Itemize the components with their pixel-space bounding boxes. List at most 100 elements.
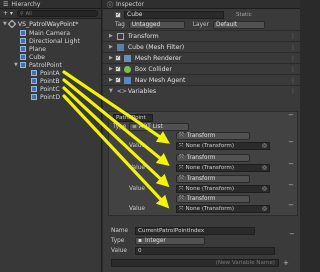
tree-item-cube[interactable]: Cube bbox=[20, 53, 45, 61]
integer-icon: ▪ bbox=[138, 238, 142, 244]
transform-icon: ⤧ bbox=[179, 205, 184, 212]
transform-icon: ⤧ bbox=[179, 164, 184, 171]
kebab-icon[interactable]: ⋮ bbox=[290, 66, 296, 73]
enabled-checkbox[interactable]: ✓ bbox=[114, 55, 121, 61]
element-value-field[interactable]: ⤧ None (Transform) ◎ bbox=[176, 205, 270, 213]
expand-icon[interactable]: ▼ bbox=[14, 62, 18, 68]
new-variable-row: (New Variable Name) + bbox=[111, 259, 289, 267]
gameobject-icon bbox=[31, 94, 37, 100]
list-type-icon: ≡ bbox=[132, 124, 137, 130]
list-type-row: Type ≡ AOT List bbox=[113, 123, 189, 131]
mesh-filter-icon bbox=[116, 43, 124, 51]
expand-icon[interactable]: ▼ bbox=[3, 21, 7, 27]
tree-item-pointd[interactable]: PointD bbox=[31, 93, 60, 101]
tree-item-pointb[interactable]: PointB bbox=[31, 77, 60, 85]
tree-item-pointc[interactable]: PointC bbox=[31, 85, 60, 93]
element-value-field[interactable]: ⤧ None (Transform) ◎ bbox=[176, 185, 270, 193]
gameobject-icon bbox=[19, 62, 26, 68]
element-type-dropdown[interactable]: ⤧ Transform bbox=[176, 195, 250, 203]
tree-item-main-camera[interactable]: Main Camera bbox=[20, 29, 70, 37]
component-mesh-renderer[interactable]: ▶ ✓ Mesh Renderer ⋮ bbox=[103, 52, 300, 63]
target-icon[interactable]: ◎ bbox=[262, 186, 267, 192]
list-icon: ☰ bbox=[3, 0, 9, 8]
remove-element-button[interactable]: − bbox=[288, 138, 294, 146]
element-type-dropdown[interactable]: ⤧ Transform bbox=[176, 132, 250, 140]
variable-type-dropdown[interactable]: ▪ Integer bbox=[135, 237, 205, 245]
element-type-dropdown[interactable]: ⤧ Transform bbox=[176, 154, 250, 162]
gameobject-icon bbox=[20, 54, 26, 60]
remove-variable-button[interactable]: − bbox=[289, 230, 295, 238]
hierarchy-tab[interactable]: ☰ Hierarchy bbox=[0, 0, 101, 9]
expand-icon[interactable]: ▶ bbox=[109, 66, 113, 72]
remove-element-button[interactable]: − bbox=[288, 160, 294, 168]
variable-name-field[interactable]: CurrentPatrolPointIndex bbox=[135, 227, 255, 235]
expand-icon[interactable]: ▼ bbox=[109, 88, 113, 94]
component-mesh-filter[interactable]: ▶ Cube (Mesh Filter) ⋮ bbox=[103, 41, 300, 52]
enabled-checkbox[interactable]: ✓ bbox=[114, 77, 121, 83]
static-label[interactable]: Static bbox=[236, 12, 252, 18]
add-variable-button[interactable]: + bbox=[283, 259, 289, 267]
kebab-icon[interactable]: ⋮ bbox=[290, 77, 296, 84]
tree-item-directional-light[interactable]: Directional Light bbox=[20, 37, 80, 45]
component-box-collider[interactable]: ▶ ✓ Box Collider ⋮ bbox=[103, 63, 300, 74]
variables-box: PatrolPoint Type ≡ AOT List ⤧ Transform Va… bbox=[108, 111, 298, 216]
object-name-field[interactable]: Cube bbox=[124, 10, 224, 19]
transform-icon: ⤧ bbox=[179, 142, 184, 149]
list-type-dropdown[interactable]: ≡ AOT List bbox=[129, 123, 189, 131]
variable-value-row: Value 0 bbox=[111, 247, 275, 255]
tag-layer-row: Tag Untagged Layer Default bbox=[103, 20, 300, 30]
element-value-field[interactable]: ⤧ None (Transform) ◎ bbox=[176, 164, 270, 172]
transform-icon bbox=[116, 32, 124, 40]
gameobject-icon bbox=[31, 86, 37, 92]
gameobject-icon bbox=[20, 38, 26, 44]
mesh-renderer-icon bbox=[123, 54, 131, 62]
gameobject-icon bbox=[20, 46, 26, 52]
expand-icon[interactable]: ▶ bbox=[109, 77, 113, 83]
tree-item-patrolpoint[interactable]: ▼ PatrolPoint bbox=[14, 61, 62, 69]
tree-item-pointa[interactable]: PointA bbox=[31, 69, 60, 77]
kebab-icon[interactable]: ⋮ bbox=[290, 44, 296, 51]
component-variables[interactable]: ▼ <> Variables ⋮ bbox=[103, 85, 300, 96]
scene-root[interactable]: ▼ VS_PatrolWayPoint* bbox=[3, 19, 78, 29]
search-icon: ⚲ bbox=[19, 10, 24, 17]
active-checkbox[interactable]: ✓ bbox=[115, 11, 121, 18]
element-type-dropdown[interactable]: ⤧ Transform bbox=[176, 175, 250, 183]
expand-icon[interactable]: ▶ bbox=[109, 33, 113, 39]
transform-icon: ⤧ bbox=[179, 132, 184, 139]
list-element: ⤧ Transform Value ⤧ None (Transform) ◎ − bbox=[129, 132, 294, 150]
target-icon[interactable]: ◎ bbox=[262, 206, 267, 212]
element-value-field[interactable]: ⤧ None (Transform) ◎ bbox=[176, 142, 270, 150]
gameobject-icon bbox=[31, 78, 37, 84]
list-name-field[interactable]: PatrolPoint bbox=[113, 114, 153, 122]
gameobject-icon bbox=[31, 70, 37, 76]
component-transform[interactable]: ▶ Transform ⋮ bbox=[103, 30, 300, 41]
expand-icon[interactable]: ▶ bbox=[109, 44, 113, 50]
target-icon[interactable]: ◎ bbox=[262, 143, 267, 149]
inspector-panel: ⓘ Inspector ✓ Cube Static Tag Untagged L… bbox=[103, 0, 300, 272]
enabled-checkbox[interactable]: ✓ bbox=[114, 66, 121, 72]
variable-type-row: Type ▪ Integer bbox=[111, 237, 205, 245]
tag-dropdown[interactable]: Untagged bbox=[128, 21, 185, 29]
remove-variable-button[interactable]: − bbox=[288, 111, 294, 119]
box-collider-icon bbox=[123, 65, 131, 73]
transform-icon: ⤧ bbox=[179, 195, 184, 202]
list-element: ⤧ Transform Value ⤧ None (Transform) ◎ − bbox=[129, 175, 294, 193]
add-button[interactable]: + ▾ bbox=[3, 10, 13, 17]
kebab-icon[interactable]: ⋮ bbox=[290, 55, 296, 62]
layer-label: Layer bbox=[192, 22, 209, 28]
search-input[interactable]: ⚲ All bbox=[16, 10, 98, 17]
kebab-icon[interactable]: ⋮ bbox=[290, 33, 296, 40]
expand-icon[interactable]: ▶ bbox=[109, 55, 113, 61]
inspector-tab[interactable]: ⓘ Inspector bbox=[103, 0, 300, 9]
component-nav-mesh-agent[interactable]: ▶ ✓ Nav Mesh Agent ⋮ bbox=[103, 74, 300, 85]
target-icon[interactable]: ◎ bbox=[262, 165, 267, 171]
tag-label: Tag bbox=[115, 22, 125, 28]
layer-dropdown[interactable]: Default bbox=[213, 21, 265, 29]
remove-element-button[interactable]: − bbox=[288, 181, 294, 189]
new-variable-name-input[interactable]: (New Variable Name) bbox=[111, 259, 279, 267]
tree-item-plane[interactable]: Plane bbox=[20, 45, 46, 53]
kebab-icon[interactable]: ⋮ bbox=[290, 88, 296, 95]
variable-value-field[interactable]: 0 bbox=[135, 247, 275, 255]
remove-element-button[interactable]: − bbox=[288, 201, 294, 209]
list-name-row: PatrolPoint bbox=[113, 114, 153, 122]
